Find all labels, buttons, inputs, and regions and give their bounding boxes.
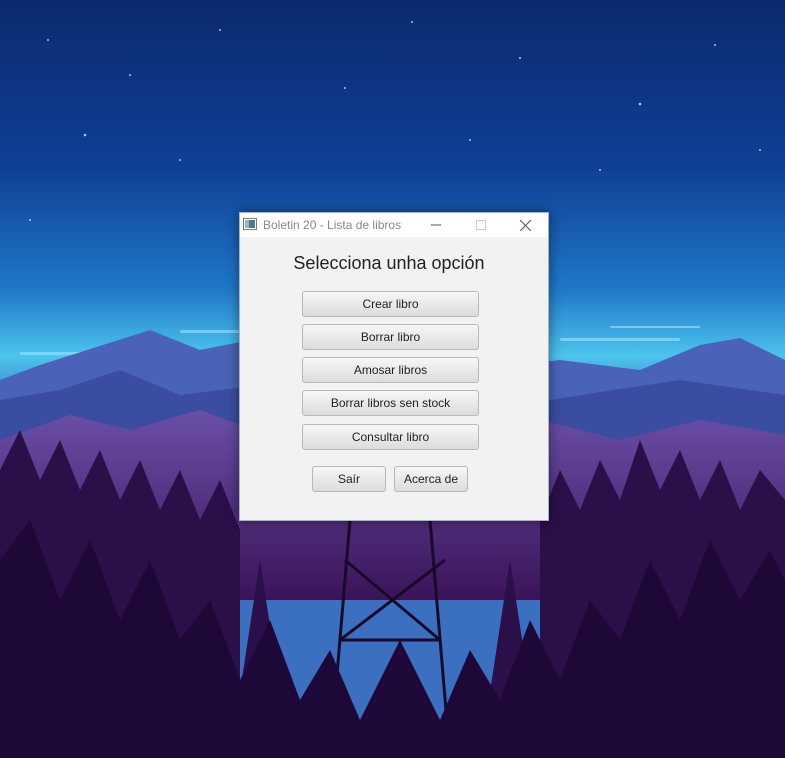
maximize-button[interactable] [458,213,503,237]
page-heading: Selecciona unha opción [293,253,485,273]
minimize-button[interactable] [413,213,458,237]
maximize-icon [475,220,486,230]
window-titlebar[interactable]: Boletin 20 - Lista de libros [240,213,548,237]
exit-button[interactable]: Saír [312,466,386,492]
query-book-button[interactable]: Consultar libro [302,424,479,450]
show-books-button[interactable]: Amosar libros [302,357,479,383]
create-book-button[interactable]: Crear libro [302,291,479,317]
java-app-icon [243,218,257,230]
about-button[interactable]: Acerca de [394,466,468,492]
app-window: Boletin 20 - Lista de libros Selecciona … [239,212,549,521]
close-icon [520,219,531,231]
delete-book-button[interactable]: Borrar libro [302,324,479,350]
desktop: Boletin 20 - Lista de libros Selecciona … [0,0,785,758]
window-title: Boletin 20 - Lista de libros [263,218,402,232]
close-button[interactable] [503,213,548,237]
minimize-icon [430,224,441,226]
delete-out-of-stock-button[interactable]: Borrar libros sen stock [302,390,479,416]
